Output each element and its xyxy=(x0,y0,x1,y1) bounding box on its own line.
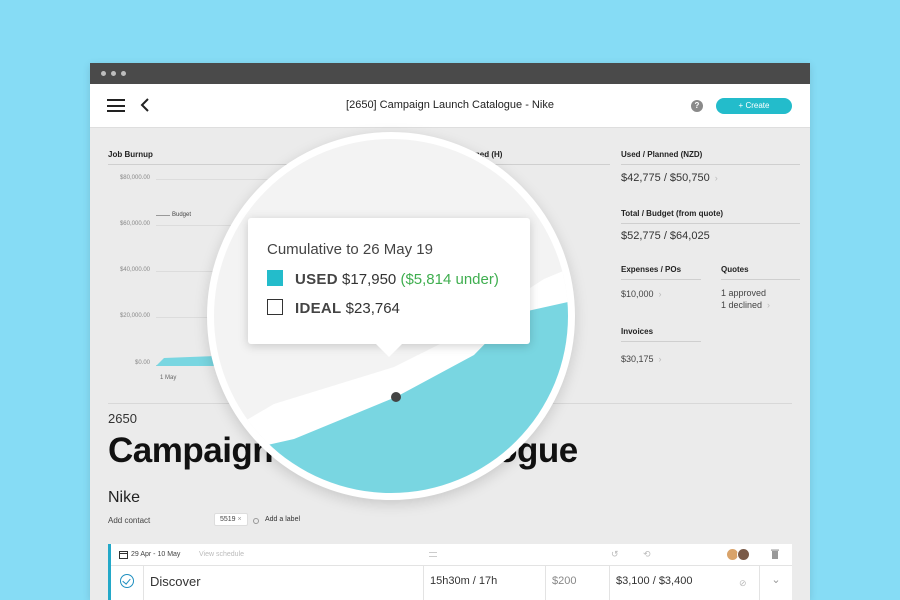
tag-chip[interactable]: 5519 × xyxy=(214,513,248,526)
chevron-right-icon: › xyxy=(658,289,662,299)
quotes-label: Quotes xyxy=(721,265,749,274)
window-dot-icon xyxy=(111,71,116,76)
add-contact-link[interactable]: Add contact xyxy=(108,516,150,525)
used-under-value: ($5,814 under) xyxy=(400,271,499,288)
y-tick-label: $80,000.00 xyxy=(119,175,150,181)
link-icon[interactable]: ⊘ xyxy=(739,578,747,589)
quotes-approved: 1 approved xyxy=(721,288,767,298)
y-tick-label: $60,000.00 xyxy=(119,221,150,227)
used-area-shape xyxy=(156,356,216,366)
undo-icon[interactable]: ↺ xyxy=(611,549,619,560)
y-tick-label: $40,000.00 xyxy=(119,267,150,273)
create-button[interactable]: + Create xyxy=(716,98,792,114)
task-hours: 15h30m / 17h xyxy=(423,566,545,600)
expenses-amount: $10,000 xyxy=(621,289,654,299)
data-point-marker[interactable] xyxy=(391,392,401,402)
tooltip-title: Cumulative to 26 May 19 xyxy=(267,241,433,258)
task-name[interactable]: Discover xyxy=(143,566,423,600)
schedule-dates: 29 Apr - 10 May xyxy=(131,551,181,558)
client-name[interactable]: Nike xyxy=(108,489,140,507)
job-number: 2650 xyxy=(108,411,137,426)
total-budget-label: Total / Budget (from quote) xyxy=(621,209,724,218)
drag-handle-icon[interactable] xyxy=(429,552,437,557)
used-planned-value[interactable]: $42,775 / $50,750 › xyxy=(621,172,718,184)
divider xyxy=(721,279,800,280)
expand-chevron-icon[interactable]: ⌄ xyxy=(759,566,792,600)
ideal-swatch xyxy=(267,299,283,315)
tooltip-used-row: USED $17,950 ($5,814 under) xyxy=(267,270,499,288)
calendar-icon xyxy=(119,551,128,559)
view-schedule-link[interactable]: View schedule xyxy=(199,551,244,558)
checkmark-circle-icon[interactable] xyxy=(120,574,134,588)
window-dot-icon xyxy=(121,71,126,76)
window-dot-icon xyxy=(101,71,106,76)
history-icon[interactable]: ⟲ xyxy=(643,549,651,560)
tooltip-ideal-row: IDEAL $23,764 xyxy=(267,299,400,317)
quotes-declined-text: 1 declined xyxy=(721,300,763,310)
divider xyxy=(621,164,800,165)
expenses-value[interactable]: $10,000 › xyxy=(621,288,662,300)
divider xyxy=(621,279,701,280)
schedule-card: 29 Apr - 10 May View schedule ↺ ⟲ Discov… xyxy=(108,544,792,600)
invoices-label: Invoices xyxy=(621,327,654,336)
chevron-right-icon: › xyxy=(714,173,718,183)
expenses-label: Expenses / POs xyxy=(621,265,682,274)
add-label-link[interactable]: Add a label xyxy=(265,516,300,523)
budget-marker-label: Budget xyxy=(172,212,192,218)
chart-tooltip: Cumulative to 26 May 19 USED $17,950 ($5… xyxy=(248,218,530,357)
window-titlebar xyxy=(90,63,810,84)
quotes-declined[interactable]: 1 declined › xyxy=(721,299,770,311)
task-cost: $200 xyxy=(545,566,609,600)
x-start-label: 1 May xyxy=(160,375,177,381)
total-budget-value: $52,775 / $64,025 xyxy=(621,230,710,242)
label-circle-icon xyxy=(253,518,259,524)
remove-tag-icon[interactable]: × xyxy=(238,516,242,523)
ideal-value: $23,764 xyxy=(345,300,400,317)
app-header: [2650] Campaign Launch Catalogue - Nike … xyxy=(90,84,810,128)
divider xyxy=(621,341,701,342)
divider xyxy=(621,223,800,224)
used-planned-label: Used / Planned (NZD) xyxy=(621,150,703,159)
help-icon[interactable]: ? xyxy=(691,100,703,112)
trash-icon[interactable] xyxy=(771,549,779,559)
used-swatch xyxy=(267,270,283,286)
used-value: $17,950 xyxy=(342,271,397,288)
y-tick-label: $20,000.00 xyxy=(119,313,150,319)
chevron-right-icon: › xyxy=(658,354,662,364)
budget-marker-line xyxy=(156,215,170,216)
used-planned-amount: $42,775 / $50,750 xyxy=(621,172,710,184)
schedule-header: 29 Apr - 10 May View schedule ↺ ⟲ xyxy=(111,544,792,566)
job-burnup-label: Job Burnup xyxy=(108,150,153,159)
tag-text: 5519 xyxy=(220,516,236,523)
invoices-amount: $30,175 xyxy=(621,354,654,364)
used-label: USED xyxy=(295,271,338,288)
y-tick-label: $0.00 xyxy=(134,360,150,366)
ideal-label: IDEAL xyxy=(295,300,342,317)
task-amount: $3,100 / $3,400 xyxy=(609,566,759,600)
invoices-value[interactable]: $30,175 › xyxy=(621,353,662,365)
avatar[interactable] xyxy=(737,548,750,561)
chevron-right-icon: › xyxy=(767,300,771,310)
task-row[interactable]: Discover 15h30m / 17h $200 $3,100 / $3,4… xyxy=(111,566,792,600)
